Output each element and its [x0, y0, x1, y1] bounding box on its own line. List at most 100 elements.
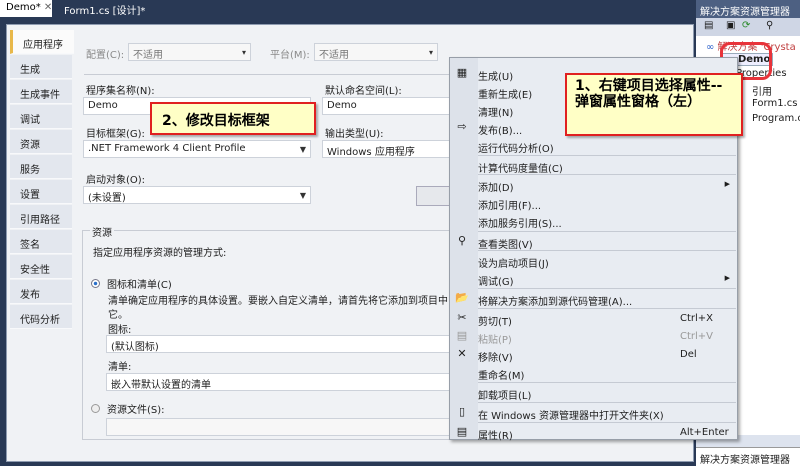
radio-resource-file-label[interactable]: 资源文件(S):	[107, 401, 165, 416]
tree-item[interactable]: 引用	[752, 83, 772, 98]
tab-11[interactable]: 代码分析	[10, 305, 72, 329]
startup-object-select[interactable]: (未设置) ▼	[83, 186, 311, 204]
tab-9[interactable]: 安全性	[10, 255, 72, 279]
tab-6[interactable]: 设置	[10, 180, 72, 204]
menu-item-label: 移除(V)	[478, 353, 513, 364]
scissors-icon: ✂	[457, 311, 467, 324]
icon-select[interactable]: (默认图标)	[106, 335, 451, 353]
menu-separator	[478, 402, 736, 403]
properties-icon[interactable]: ▤	[704, 20, 713, 31]
menu-separator	[478, 288, 736, 289]
remove-icon: ✕	[457, 347, 467, 360]
solution-explorer-title: 解决方案资源管理器	[696, 0, 800, 18]
menu-separator	[478, 422, 736, 423]
tab-2[interactable]: 生成事件	[10, 80, 72, 104]
menu-item-label: 添加(D)	[478, 183, 514, 194]
class-diagram-icon: ⚲	[457, 234, 467, 247]
show-all-files-icon[interactable]: ▣	[726, 20, 735, 31]
solution-explorer-toolbar: ▤ ▣ ⟳ ⚲	[696, 18, 800, 36]
menu-item-label: 剪切(T)	[478, 317, 512, 328]
tree-item[interactable]: Form1.cs	[752, 98, 797, 109]
menu-item-label: 卸载项目(L)	[478, 391, 532, 402]
manifest-desc: 清单确定应用程序的具体设置。要嵌入自定义清单，请首先将它添加到项目中，然后	[108, 296, 478, 307]
menu-item-label: 将解决方案添加到源代码管理(A)...	[478, 297, 633, 308]
tab-demo[interactable]: Demo* ✕	[0, 0, 52, 17]
manifest-select[interactable]: 嵌入带默认设置的清单	[106, 373, 451, 391]
class-diagram-icon[interactable]: ⚲	[766, 20, 773, 31]
menu-item-label: 重命名(M)	[478, 371, 525, 382]
resources-desc: 指定应用程序资源的管理方式:	[93, 248, 227, 259]
chevron-down-icon: ▼	[299, 191, 306, 200]
chevron-down-icon: ▾	[428, 48, 433, 57]
tab-label: Demo*	[6, 2, 41, 13]
resource-file-input[interactable]	[106, 418, 451, 436]
icon-label: 图标:	[108, 325, 132, 336]
manifest-desc-2: 它。	[108, 310, 128, 321]
tab-8[interactable]: 签名	[10, 230, 72, 254]
menu-item[interactable]: 计算代码度量值(C)	[478, 157, 736, 175]
menu-item[interactable]: 设为启动项目(J)	[478, 252, 736, 270]
menu-item[interactable]: 添加引用(F)...	[478, 194, 736, 212]
menu-item[interactable]: 调试(G) ▶	[478, 270, 736, 288]
radio-icon-manifest[interactable]	[91, 279, 100, 288]
menu-item[interactable]: ⚲ 查看类图(V)	[458, 233, 736, 251]
radio-resource-file[interactable]	[91, 404, 100, 413]
config-label: 配置(C):	[86, 50, 125, 61]
publish-icon: ⇨	[457, 120, 467, 133]
menu-item[interactable]: 添加(D) ▶	[478, 176, 736, 194]
output-type-select[interactable]: Windows 应用程序	[322, 140, 452, 158]
folder-icon: 📂	[455, 291, 469, 304]
chevron-down-icon: ▾	[241, 48, 246, 57]
menu-item-label: 设为启动项目(J)	[478, 259, 549, 270]
chevron-down-icon: ▼	[299, 145, 306, 154]
paste-icon: ▤	[456, 329, 468, 342]
menu-item-label: 运行代码分析(O)	[478, 144, 554, 155]
menu-item-label: 在 Windows 资源管理器中打开文件夹(X)	[478, 411, 664, 422]
menu-item[interactable]: 卸载项目(L)	[478, 384, 736, 402]
menu-item-label: 粘贴(P)	[478, 335, 512, 346]
tab-4[interactable]: 资源	[10, 130, 72, 154]
target-framework-label: 目标框架(G):	[86, 129, 145, 140]
menu-item[interactable]: ✂ 剪切(T) Ctrl+X	[457, 310, 736, 328]
build-icon: ▦	[456, 66, 468, 79]
callout-step-1: 1、右键项目选择属性--弹窗属性窗格（左）	[565, 73, 743, 136]
menu-item-label: 生成(U)	[478, 72, 514, 83]
target-framework-select[interactable]: .NET Framework 4 Client Profile ▼	[83, 140, 311, 158]
submenu-arrow-icon: ▶	[724, 274, 730, 282]
menu-item[interactable]: ✕ 移除(V) Del	[457, 346, 736, 364]
assembly-info-button[interactable]	[416, 186, 450, 206]
tree-item[interactable]: Program.cs	[752, 113, 800, 124]
menu-item-label: 重新生成(E)	[478, 90, 533, 101]
default-namespace-input[interactable]: Demo	[322, 97, 452, 115]
menu-item-label: 添加引用(F)...	[478, 201, 542, 212]
tab-0[interactable]: 应用程序	[10, 30, 74, 54]
menu-item-label: 属性(R)	[478, 431, 513, 442]
tab-3[interactable]: 调试	[10, 105, 72, 129]
tab-10[interactable]: 发布	[10, 280, 72, 304]
menu-item[interactable]: 📂 将解决方案添加到源代码管理(A)...	[455, 290, 736, 308]
menu-item[interactable]: ▤ 属性(R) Alt+Enter	[457, 424, 736, 442]
default-namespace-label: 默认命名空间(L):	[325, 86, 402, 97]
platform-select[interactable]: 不适用 ▾	[314, 43, 438, 61]
submenu-arrow-icon: ▶	[724, 180, 730, 188]
tab-7[interactable]: 引用路径	[10, 205, 72, 229]
open-folder-icon: ▯	[458, 405, 466, 418]
menu-item[interactable]: ▤ 粘贴(P) Ctrl+V	[457, 328, 736, 346]
menu-item[interactable]: 添加服务引用(S)...	[478, 212, 736, 230]
radio-icon-manifest-label[interactable]: 图标和清单(C)	[107, 276, 172, 291]
refresh-icon[interactable]: ⟳	[742, 20, 750, 31]
close-icon[interactable]: ✕	[44, 2, 52, 13]
menu-item[interactable]: ▯ 在 Windows 资源管理器中打开文件夹(X)	[459, 404, 736, 422]
menu-item-label: 发布(B)...	[478, 126, 523, 137]
tab-5[interactable]: 服务	[10, 155, 72, 179]
assembly-name-label: 程序集名称(N):	[86, 86, 155, 97]
menu-separator	[478, 308, 736, 309]
tab-1[interactable]: 生成	[10, 55, 72, 79]
manifest-label: 清单:	[108, 362, 132, 373]
solution-explorer-footer-tab[interactable]: 解决方案资源管理器	[696, 447, 800, 466]
menu-item[interactable]: 重命名(M)	[478, 364, 736, 382]
resources-group-title: 资源	[90, 224, 114, 239]
tab-form1-design[interactable]: Form1.cs [设计]*	[58, 0, 151, 17]
menu-item[interactable]: 运行代码分析(O)	[478, 137, 736, 155]
config-select[interactable]: 不适用 ▾	[128, 43, 251, 61]
